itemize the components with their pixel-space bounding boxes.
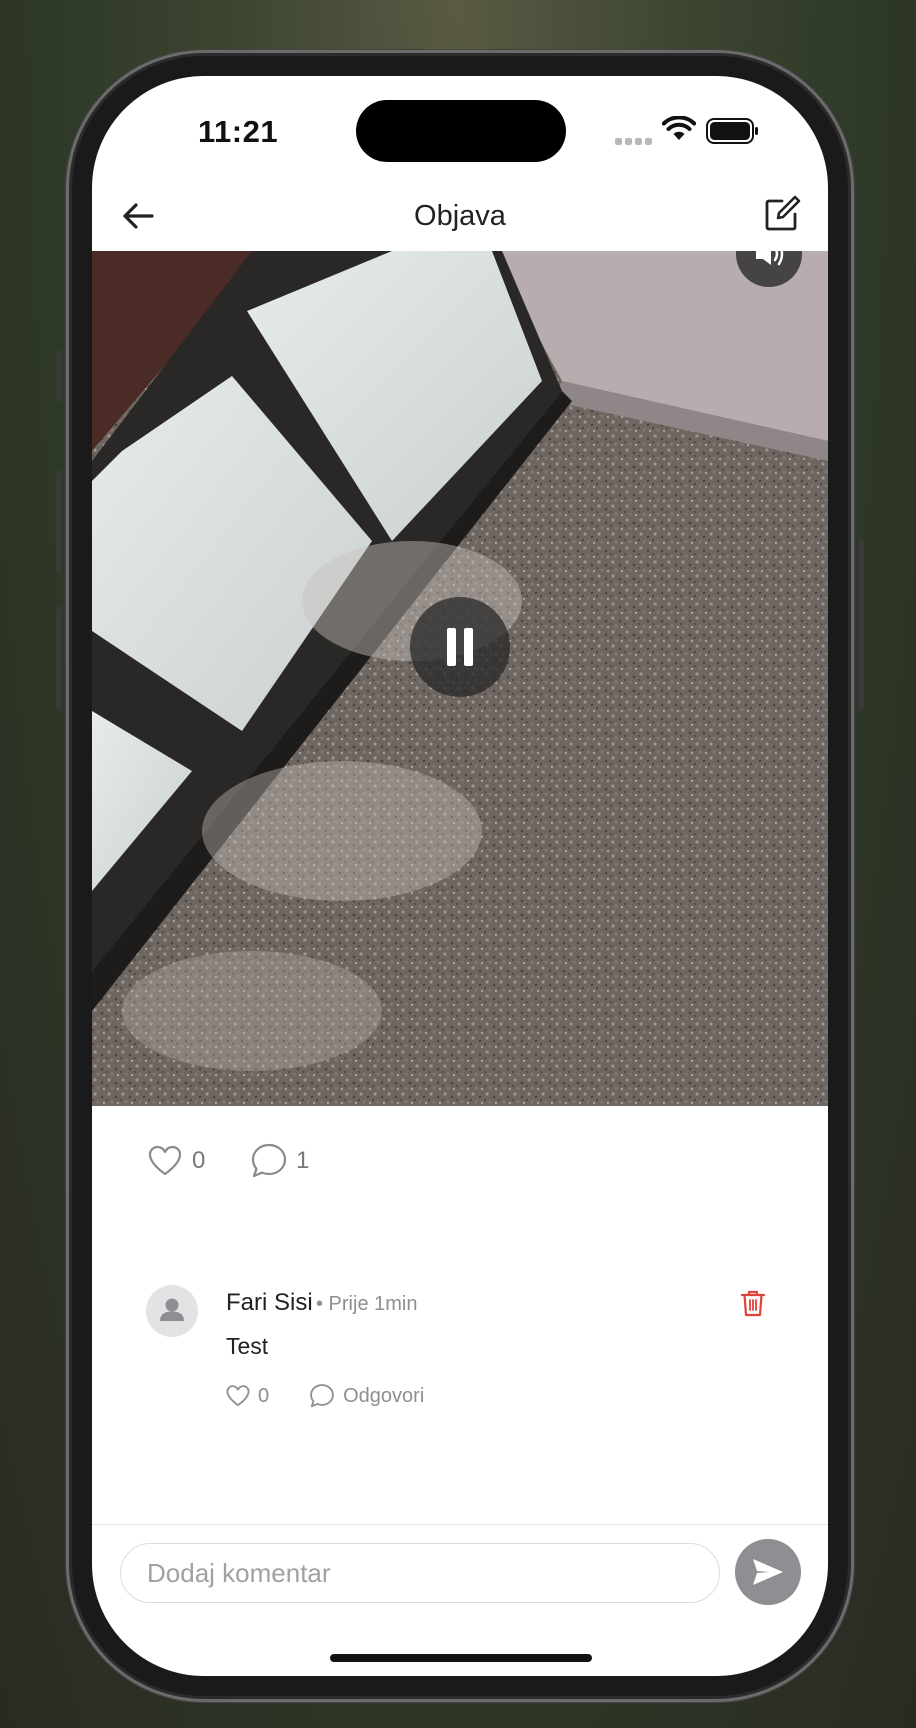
trash-icon <box>740 1290 766 1317</box>
pause-icon <box>447 628 456 666</box>
comment-like-count: 0 <box>258 1384 270 1407</box>
volume-up-button <box>56 470 62 574</box>
comment-bubble-icon <box>251 1143 287 1178</box>
pause-icon-bar <box>464 628 473 666</box>
comment-timestamp: • Prije 1min <box>316 1293 418 1315</box>
comment-item: Fari Sisi • Prije 1min Test 0 Odgovori <box>92 1281 828 1441</box>
pause-button[interactable] <box>410 597 510 697</box>
comment-button[interactable]: 1 <box>250 1141 309 1181</box>
comment-text: Test <box>226 1333 269 1359</box>
power-button <box>858 540 864 710</box>
volume-down-button <box>56 606 62 710</box>
sound-toggle-button[interactable] <box>736 251 802 287</box>
comment-input[interactable] <box>120 1543 720 1603</box>
screen: 11:21 Objava 0 1 Fari Sisi • Prije 1min … <box>92 76 828 1676</box>
heart-icon <box>226 1385 250 1407</box>
sound-icon <box>756 251 784 266</box>
mute-switch <box>56 350 62 402</box>
edit-icon <box>765 195 801 231</box>
avatar[interactable] <box>146 1285 198 1337</box>
edit-button[interactable] <box>762 194 802 234</box>
like-button[interactable]: 0 <box>148 1141 205 1181</box>
video-player[interactable] <box>92 251 828 1106</box>
delete-comment-button[interactable] <box>740 1289 766 1322</box>
reply-label: Odgovori <box>343 1384 425 1407</box>
comment-actions: 0 Odgovori <box>226 1383 424 1409</box>
like-count: 0 <box>192 1147 206 1174</box>
home-indicator[interactable] <box>330 1654 592 1662</box>
comment-count: 1 <box>296 1147 310 1174</box>
heart-icon <box>148 1145 182 1176</box>
send-icon <box>753 1559 783 1585</box>
page-title: Objava <box>414 200 506 232</box>
avatar-icon <box>160 1298 184 1321</box>
comment-like-button[interactable]: 0 <box>226 1383 269 1409</box>
post-actions: 0 1 <box>92 1141 828 1221</box>
send-button[interactable] <box>735 1539 801 1605</box>
nav-bar: Objava <box>92 76 828 232</box>
reply-button[interactable]: Odgovori <box>309 1383 424 1409</box>
comment-author[interactable]: Fari Sisi <box>226 1289 313 1317</box>
comment-bubble-icon <box>310 1384 334 1408</box>
